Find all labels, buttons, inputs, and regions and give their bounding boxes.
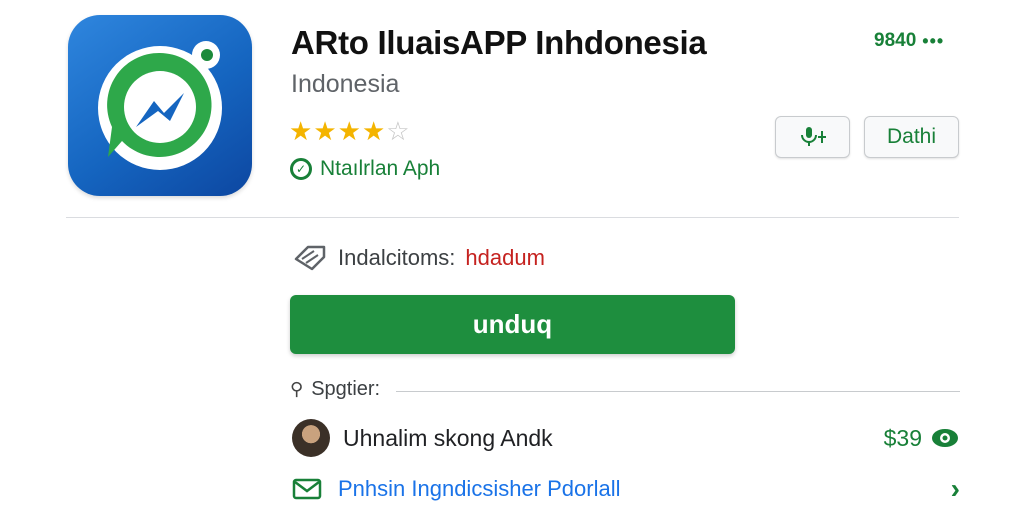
mic-icon <box>800 127 826 146</box>
developer-price: $39 <box>883 424 922 451</box>
contact-row[interactable]: Pnhsin Ingndicsisher Pdorlall › <box>292 472 960 506</box>
download-button[interactable]: unduq <box>290 295 735 354</box>
section-divider <box>396 391 960 392</box>
tag-icon <box>294 245 326 271</box>
verified-badge: ✓ Ntaılrlan Aph <box>290 157 440 181</box>
install-label: Indalcitoms: <box>338 245 456 270</box>
eye-icon[interactable] <box>930 427 960 449</box>
size-value: 9840 <box>874 30 917 51</box>
more-dots-icon[interactable]: ••• <box>922 31 944 52</box>
rating-stars: ★ ★ ★ ★ ☆ <box>289 117 410 145</box>
divider <box>66 217 959 218</box>
pin-icon: ⚲ <box>290 379 304 399</box>
chat-bubble-app-icon <box>98 41 222 170</box>
size-badge[interactable]: 9840 ••• <box>874 30 944 52</box>
app-icon <box>68 15 252 196</box>
mic-download-button[interactable] <box>775 116 850 158</box>
verified-label: Ntaılrlan Aph <box>320 157 441 180</box>
avatar <box>292 419 330 457</box>
app-subtitle: Indonesia <box>291 70 400 98</box>
star-icon: ★ <box>361 116 386 146</box>
mail-icon <box>292 478 322 500</box>
section-label: Spgtier: <box>311 378 381 400</box>
developer-name: Uhnalim skong Andk <box>343 424 553 451</box>
contact-label: Pnhsin Ingndicsisher Pdorlall <box>338 476 621 501</box>
chevron-right-icon[interactable]: › <box>951 475 960 503</box>
install-value: hdadum <box>465 245 545 270</box>
detail-button[interactable]: Dathi <box>864 116 959 158</box>
star-empty-icon: ☆ <box>386 116 410 146</box>
install-info: Indalcitoms: hdadum <box>292 243 545 273</box>
star-icon: ★ <box>289 116 313 146</box>
developer-row[interactable]: Uhnalim skong Andk $39 <box>292 419 960 457</box>
star-icon: ★ <box>337 116 361 146</box>
app-title: ARto IluaisAPP Inhdonesia <box>291 24 707 61</box>
check-circle-icon: ✓ <box>290 158 312 180</box>
star-icon: ★ <box>313 116 337 146</box>
section-header: ⚲ Spgtier: <box>290 378 960 401</box>
